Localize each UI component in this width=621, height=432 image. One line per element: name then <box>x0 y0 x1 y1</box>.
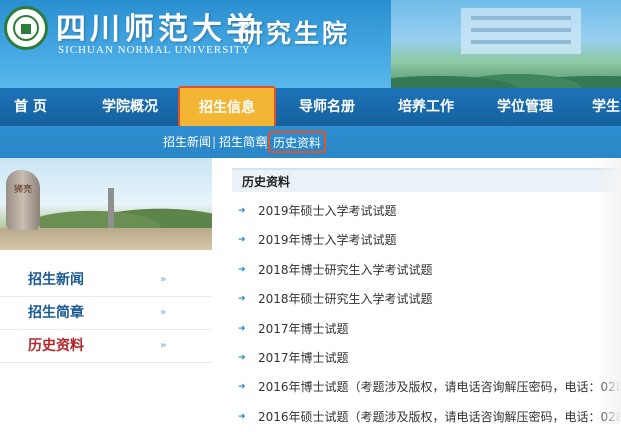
subnav-separator: | <box>212 135 217 149</box>
list-item-link[interactable]: 2017年博士试题 <box>258 315 349 344</box>
nav-home[interactable]: 首 页 <box>14 88 47 126</box>
list-item[interactable]: ➜ 2017年博士试题 <box>232 344 621 373</box>
arrow-right-icon: ➜ <box>238 382 246 393</box>
content-section-title: 历史资料 <box>232 168 621 192</box>
list-item[interactable]: ➜ 2016年博士试题（考题涉及版权，请电话咨询解压密码，电话：028-8476… <box>232 373 621 402</box>
list-item-link[interactable]: 2019年硕士入学考试试题 <box>258 197 397 226</box>
list-item[interactable]: ➜ 2019年硕士入学考试试题 <box>232 197 621 226</box>
list-item[interactable]: ➜ 2018年硕士研究生入学考试试题 <box>232 285 621 314</box>
nav-degree[interactable]: 学位管理 <box>497 88 553 126</box>
arrow-right-icon: ➜ <box>238 323 246 334</box>
arrow-right-icon: ➜ <box>238 206 246 216</box>
stone-monument <box>6 170 40 230</box>
subnav-history-materials[interactable]: 历史资料 <box>268 131 327 153</box>
tower-shape <box>108 188 114 228</box>
subnav-admission-brochure[interactable]: 招生简章 <box>219 126 267 158</box>
trees-shape <box>391 60 621 88</box>
site-banner: 四川师范大学 SICHUAN NORMAL UNIVERSITY 研究生院 <box>0 0 621 88</box>
sidebar-item-label: 历史资料 <box>28 338 84 354</box>
right-edge-shadow <box>596 158 621 424</box>
arrow-right-icon: ➜ <box>238 264 246 275</box>
campus-building-photo <box>391 0 621 88</box>
nav-college-overview[interactable]: 学院概况 <box>102 88 158 126</box>
list-item[interactable]: ➜ 2018年博士研究生入学考试试题 <box>232 256 621 285</box>
university-name: 四川师范大学 <box>56 12 260 47</box>
university-name-en: SICHUAN NORMAL UNIVERSITY <box>58 44 251 56</box>
logo-mark <box>21 24 31 34</box>
sidebar-menu: 招生新闻 » 招生简章 » 历史资料 » <box>0 264 212 363</box>
subnav-admission-news[interactable]: 招生新闻 <box>163 126 211 158</box>
monument-inscription: 狮亮 <box>14 185 33 195</box>
list-item-link[interactable]: 2016年博士试题（考题涉及版权，请电话咨询解压密码，电话：028-847606 <box>258 373 621 402</box>
nav-students[interactable]: 学生 <box>592 88 620 126</box>
list-item-link[interactable]: 2017年博士试题 <box>258 344 349 373</box>
double-chevron-right-icon: » <box>160 307 167 318</box>
arrow-right-icon: ➜ <box>238 411 246 422</box>
ground-shape <box>0 228 212 250</box>
arrow-right-icon: ➜ <box>238 294 246 305</box>
trees-shape <box>40 198 212 228</box>
double-chevron-right-icon: » <box>160 340 167 351</box>
nav-supervisors[interactable]: 导师名册 <box>299 88 355 126</box>
building-stripe <box>471 40 571 44</box>
sidebar-item-label: 招生简章 <box>28 305 84 321</box>
arrow-right-icon: ➜ <box>238 235 246 246</box>
sidebar-campus-photo: 狮亮 <box>0 158 212 250</box>
nav-training[interactable]: 培养工作 <box>398 88 454 126</box>
college-name: 研究生院 <box>238 19 351 48</box>
nav-admissions[interactable]: 招生信息 <box>178 86 276 128</box>
list-item-link[interactable]: 2016年硕士试题（考题涉及版权，请电话咨询解压密码，电话：028-847606 <box>258 403 621 432</box>
list-item-link[interactable]: 2019年博士入学考试试题 <box>258 226 397 255</box>
sidebar-item-label: 招生新闻 <box>28 272 84 288</box>
list-item[interactable]: ➜ 2019年博士入学考试试题 <box>232 226 621 255</box>
document-list: ➜ 2019年硕士入学考试试题 ➜ 2019年博士入学考试试题 ➜ 2018年博… <box>232 197 621 432</box>
sidebar-item-admission-news[interactable]: 招生新闻 » <box>0 264 212 297</box>
logo-inner-ring <box>13 15 39 41</box>
university-logo-icon[interactable] <box>4 6 48 50</box>
building-stripe <box>471 16 571 20</box>
list-item[interactable]: ➜ 2017年博士试题 <box>232 315 621 344</box>
arrow-right-icon: ➜ <box>238 352 246 363</box>
building-stripe <box>471 28 571 32</box>
double-chevron-right-icon: » <box>160 274 167 285</box>
sidebar-item-admission-brochure[interactable]: 招生简章 » <box>0 297 212 330</box>
main-nav: 首 页 学院概况 招生信息 导师名册 培养工作 学位管理 学生 <box>0 86 621 128</box>
sidebar-item-history-materials[interactable]: 历史资料 » <box>0 330 212 363</box>
list-item[interactable]: ➜ 2016年硕士试题（考题涉及版权，请电话咨询解压密码，电话：028-8476… <box>232 403 621 432</box>
list-item-link[interactable]: 2018年硕士研究生入学考试试题 <box>258 285 433 314</box>
list-item-link[interactable]: 2018年博士研究生入学考试试题 <box>258 256 433 285</box>
sub-nav: 招生新闻 | 招生简章 | 历史资料 <box>0 126 621 158</box>
